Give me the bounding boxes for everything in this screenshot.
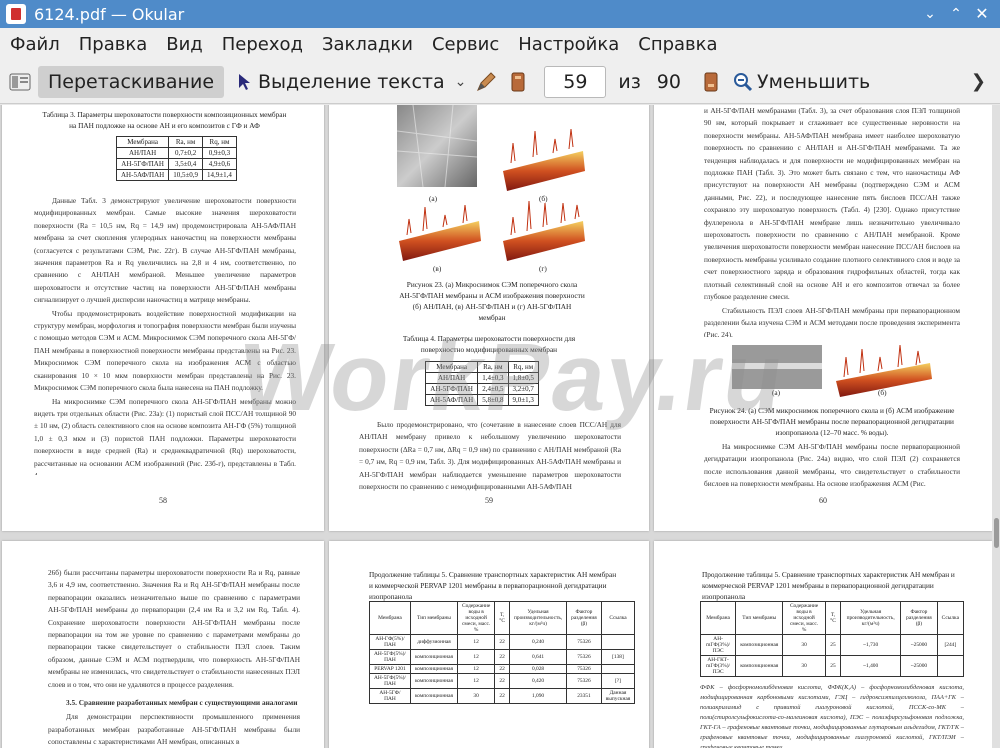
page-number: 59 (485, 496, 493, 505)
toolbar-overflow-icon[interactable]: ❯ (971, 71, 986, 92)
menu-tools[interactable]: Сервис (422, 34, 508, 55)
menu-file[interactable]: Файл (0, 34, 69, 55)
table-row: АН-ГКТ-mГФ(3%)/ПЭС композиционная 30 25 ~1,4… (699, 655, 965, 677)
table-header-cell: Фактор разделения (β) (900, 601, 938, 635)
previous-page-icon[interactable] (506, 70, 530, 94)
figure-caption: Рисунок 23. (а) Микроснимок СЭМ поперечн… (399, 280, 585, 322)
roughness-table-3: Мембрана Ra, нм Rq, нм АН/ПАН 0,7±0,2 0,9±… (115, 136, 237, 181)
maximize-icon[interactable]: ⌃ (946, 4, 966, 24)
document-viewport[interactable]: Таблица 3. Параметры шероховатости повер… (0, 105, 1000, 748)
paragraph: и АН-5ГФ/ПАН мембранами (Табл. 3), за сч… (704, 106, 960, 302)
chevron-down-icon[interactable]: ⌄ (455, 74, 467, 90)
paragraph: 26б) были рассчитаны параметры шероховат… (48, 568, 300, 689)
page-63: Продолжение таблицы 5. Сравнение транспо… (654, 541, 992, 748)
minimize-icon[interactable]: ⌄ (920, 4, 940, 24)
table-caption: Продолжение таблицы 5. Сравнение транспо… (369, 570, 617, 601)
table-row: АН-5ГФ(5%)/ПАН композиционная 12 22 0,641 753… (369, 649, 636, 665)
menu-settings[interactable]: Настройка (508, 34, 628, 55)
window-title: 6124.pdf — Okular (34, 4, 185, 24)
page-60: и АН-5ГФ/ПАН мембранами (Табл. 3), за сч… (654, 105, 992, 531)
browse-tool-button[interactable]: Перетаскивание (38, 65, 225, 98)
page-number-input[interactable]: 59 (544, 65, 607, 98)
window-titlebar: 6124.pdf — Okular ⌄ ⌃ ✕ (0, 0, 1000, 28)
comparison-table-5: Мембрана Тип мембраны Содержание воды в … (369, 601, 636, 704)
cursor-arrow-icon (239, 73, 251, 90)
table-header-cell: Фактор разделения (β) (566, 601, 602, 635)
table-row: АН-ГФ(5%)/ПАН диффузионная 12 22 0,240 75326 (369, 634, 636, 650)
page-61: 26б) были рассчитаны параметры шероховат… (2, 541, 324, 748)
paragraph: Для демонстрации перспективности промышл… (48, 712, 300, 747)
figure-23-images: (а) (б) (в) (г) (393, 105, 589, 276)
page-of-label: из (618, 70, 641, 93)
table-header-cell: Мембрана (369, 601, 411, 635)
table-header-cell: Ra, нм (168, 136, 204, 148)
table-header-cell: Ссылка (936, 601, 965, 635)
annotate-pen-icon[interactable] (474, 70, 498, 94)
next-page-icon[interactable] (699, 70, 723, 94)
menu-edit[interactable]: Правка (69, 34, 157, 55)
comparison-table-5-cont: Мембрана Тип мембраны Содержание воды в … (699, 601, 965, 677)
vertical-scrollbar[interactable] (992, 105, 1000, 748)
table-row: АН-5ГФ(5%)/ПАН композиционная 12 22 0,420 753… (369, 673, 636, 689)
figure-label: (а) (429, 194, 438, 203)
zoom-out-label: Уменьшить (756, 70, 871, 93)
table-row: АН-5АФ/ПАН 10,5±0,9 14,9±1,4 (115, 169, 237, 181)
table-header-cell: Содержание воды в исходной смеси, масс. … (456, 601, 496, 635)
table-header-cell: Содержание воды в исходной смеси, масс. … (782, 601, 826, 635)
main-toolbar: Перетаскивание Выделение текста ⌄ 59 из … (0, 60, 1000, 104)
page-62: Продолжение таблицы 5. Сравнение транспо… (329, 541, 649, 748)
table-row: АН-mГФ(3%)/ПЭС композиционная 30 25 ~1,730 ~2… (699, 634, 965, 656)
section-heading: 3.5. Сравнение разработанных мембран с с… (66, 698, 298, 708)
table-row: АН-5ГФ/ПАН композиционная 30 22 1,090 23351 Да… (369, 688, 636, 704)
table-row: PERVAP 1201 композиционная 12 22 0,028 75326 (369, 664, 636, 674)
close-icon[interactable]: ✕ (972, 4, 992, 24)
watermark: WorkPay.ru (232, 324, 793, 431)
scrollbar-thumb[interactable] (994, 518, 999, 548)
table-caption: Продолжение таблицы 5. Сравнение транспо… (702, 570, 955, 601)
table-header-cell: Мембрана (115, 136, 170, 148)
table-row: АН-5ГФ/ПАН 3,5±0,4 4,9±0,6 (115, 158, 237, 170)
menu-help[interactable]: Справка (628, 34, 726, 55)
table-header-cell: T, °C (494, 601, 510, 635)
menu-bar: Файл Правка Вид Переход Закладки Сервис … (0, 28, 1000, 60)
page-total-label: 90 (656, 70, 681, 93)
page-number: 58 (159, 496, 167, 505)
table-header-cell: Удельная производительность, кг/(м²ч) (840, 601, 902, 635)
table-header-cell: T, °C (824, 601, 842, 635)
text-select-tool-button[interactable]: Выделение текста (238, 71, 445, 93)
figure-label: (г) (539, 264, 547, 273)
figure-label: (б) (878, 388, 887, 397)
table-header-cell: Тип мембраны (409, 601, 459, 635)
table-row: АН/ПАН 0,7±0,2 0,9±0,3 (115, 147, 237, 159)
sidebar-toggle-icon[interactable] (8, 70, 32, 94)
zoom-out-icon (733, 72, 753, 91)
paragraph: Данные Табл. 3 демонстрируют увеличение … (34, 196, 296, 305)
page-58: Таблица 3. Параметры шероховатости повер… (2, 105, 324, 531)
page-body-text: 26б) были рассчитаны параметры шероховат… (48, 567, 300, 748)
table-header-cell: Мембрана (699, 601, 737, 635)
paragraph: На микроснимке СЭМ АН-5ГФ/ПАН мембраны п… (704, 442, 960, 489)
page-body-text: и АН-5ГФ/ПАН мембранами (Табл. 3), за сч… (704, 105, 960, 337)
page-59: (а) (б) (в) (г) Рисунок 23. (а) Микросни… (329, 105, 649, 531)
table-header-cell: Тип мембраны (735, 601, 784, 635)
text-select-label: Выделение текста (258, 70, 445, 93)
menu-go[interactable]: Переход (212, 34, 312, 55)
table-footnote: ФФК – фосфорномолибденовая кислота, ФФК(… (700, 684, 964, 748)
menu-view[interactable]: Вид (156, 34, 212, 55)
figure-label: (в) (433, 264, 442, 273)
zoom-out-button[interactable]: Уменьшить (733, 71, 870, 93)
figure-label: (б) (539, 194, 548, 203)
table-caption: Таблица 3. Параметры шероховатости повер… (42, 110, 287, 130)
table-header-cell: Удельная производительность, кг/(м²ч) (508, 601, 568, 635)
page-body-text: На микроснимке СЭМ АН-5ГФ/ПАН мембраны п… (704, 441, 960, 489)
table-header-cell: Ссылка (600, 601, 636, 635)
table-header-cell: Rq, нм (202, 136, 237, 148)
menu-bookmarks[interactable]: Закладки (312, 34, 422, 55)
okular-app-icon (6, 4, 26, 24)
page-number: 60 (819, 496, 827, 505)
